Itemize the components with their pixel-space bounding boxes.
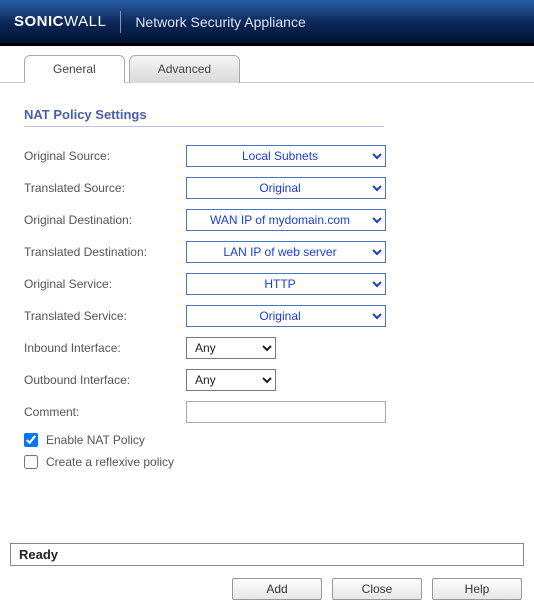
section-title: NAT Policy Settings [24,107,384,127]
tab-advanced[interactable]: Advanced [129,55,240,83]
label-enable-nat: Enable NAT Policy [46,433,145,447]
row-translated-service: Translated Service: Original [24,305,510,327]
label-translated-source: Translated Source: [24,181,186,195]
row-original-source: Original Source: Local Subnets [24,145,510,167]
header-divider [120,11,121,33]
label-original-destination: Original Destination: [24,213,186,227]
label-translated-destination: Translated Destination: [24,245,186,259]
status-bar: Ready [10,543,524,566]
select-translated-source[interactable]: Original [186,177,386,199]
input-comment[interactable] [186,401,386,423]
tab-bar: General Advanced [0,54,534,83]
row-outbound-interface: Outbound Interface: Any [24,369,510,391]
select-original-source[interactable]: Local Subnets [186,145,386,167]
select-original-service[interactable]: HTTP [186,273,386,295]
label-original-service: Original Service: [24,277,186,291]
row-translated-source: Translated Source: Original [24,177,510,199]
spacer [24,477,510,533]
content-area: NAT Policy Settings Original Source: Loc… [0,83,534,543]
app-header: SONICWALL Network Security Appliance [0,0,534,46]
checkbox-reflexive[interactable] [24,455,38,469]
select-outbound-interface[interactable]: Any [186,369,276,391]
row-translated-destination: Translated Destination: LAN IP of web se… [24,241,510,263]
row-comment: Comment: [24,401,510,423]
row-original-destination: Original Destination: WAN IP of mydomain… [24,209,510,231]
brand-light: WALL [64,13,106,30]
button-bar: Add Close Help [0,566,534,612]
label-original-source: Original Source: [24,149,186,163]
close-button[interactable]: Close [332,578,422,600]
row-enable-nat: Enable NAT Policy [24,433,510,447]
label-reflexive: Create a reflexive policy [46,455,174,469]
row-reflexive: Create a reflexive policy [24,455,510,469]
brand-strong: SONIC [14,13,64,30]
label-comment: Comment: [24,405,186,419]
brand-logo: SONICWALL [14,13,106,30]
row-original-service: Original Service: HTTP [24,273,510,295]
add-button[interactable]: Add [232,578,322,600]
checkbox-enable-nat[interactable] [24,433,38,447]
help-button[interactable]: Help [432,578,522,600]
app-subtitle: Network Security Appliance [135,14,305,30]
select-translated-destination[interactable]: LAN IP of web server [186,241,386,263]
tab-general[interactable]: General [24,55,125,83]
label-outbound-interface: Outbound Interface: [24,373,186,387]
select-translated-service[interactable]: Original [186,305,386,327]
select-original-destination[interactable]: WAN IP of mydomain.com [186,209,386,231]
row-inbound-interface: Inbound Interface: Any [24,337,510,359]
label-inbound-interface: Inbound Interface: [24,341,186,355]
select-inbound-interface[interactable]: Any [186,337,276,359]
label-translated-service: Translated Service: [24,309,186,323]
